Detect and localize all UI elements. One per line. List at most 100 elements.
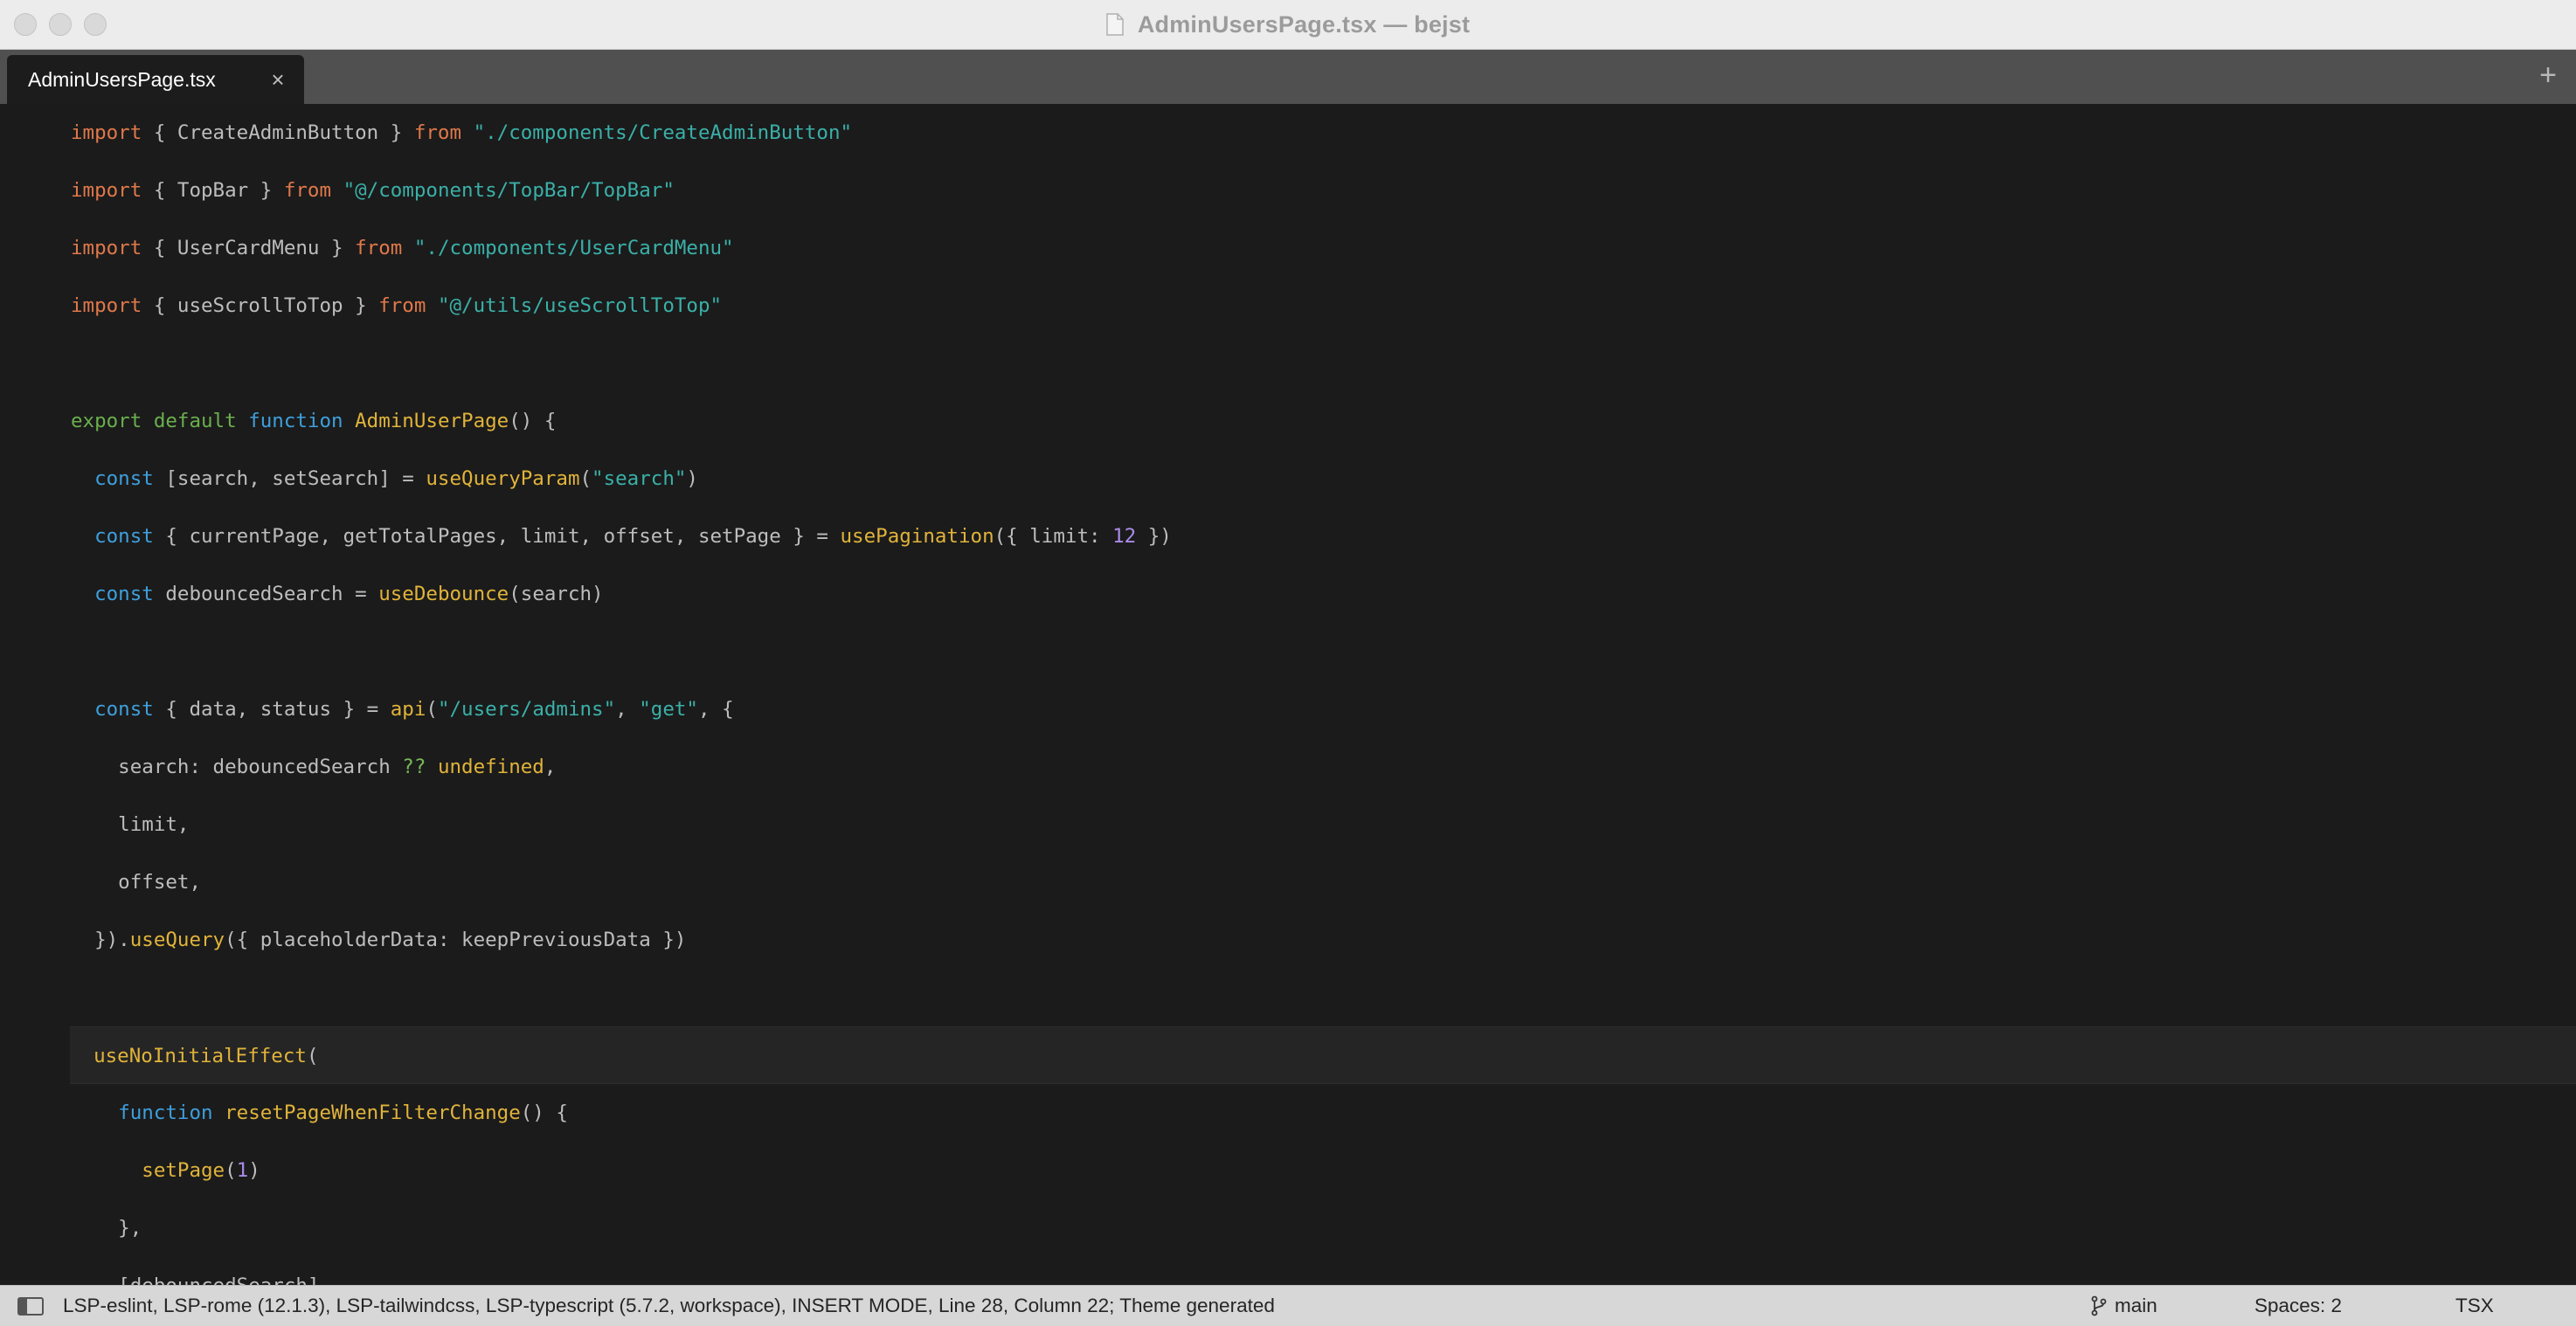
code-token: import bbox=[71, 294, 142, 317]
code-token: ({ limit: bbox=[994, 525, 1113, 548]
code-token: from bbox=[378, 294, 426, 317]
code-token: import bbox=[71, 121, 142, 144]
code-token: import bbox=[71, 237, 142, 259]
code-token: const bbox=[94, 698, 154, 721]
code-line[interactable]: function resetPageWhenFilterChange() { bbox=[71, 1084, 2576, 1142]
code-token: export bbox=[71, 410, 142, 432]
code-editor[interactable]: import { CreateAdminButton } from "./com… bbox=[0, 104, 2576, 1285]
code-token: 1 bbox=[236, 1159, 249, 1182]
code-token: (search) bbox=[509, 583, 604, 605]
window-title-area: AdminUsersPage.tsx — bejst bbox=[0, 0, 2576, 49]
code-token: default bbox=[153, 410, 237, 432]
code-token: ( bbox=[426, 698, 438, 721]
code-line[interactable]: import { TopBar } from "@/components/Top… bbox=[71, 162, 2576, 219]
code-line[interactable]: }, bbox=[71, 1199, 2576, 1257]
code-token: ( bbox=[579, 467, 592, 490]
code-token: { UserCardMenu } bbox=[142, 237, 356, 259]
code-token: const bbox=[94, 525, 154, 548]
code-token: undefined bbox=[437, 756, 544, 778]
code-line[interactable] bbox=[71, 623, 2576, 680]
tab-bar: AdminUsersPage.tsx × + bbox=[0, 50, 2576, 104]
code-token: () { bbox=[509, 410, 557, 432]
code-token: ({ placeholderData: keepPreviousData }) bbox=[225, 929, 687, 951]
code-token: AdminUserPage bbox=[355, 410, 509, 432]
code-token: , { bbox=[697, 698, 734, 721]
code-line[interactable]: search: debouncedSearch ?? undefined, bbox=[71, 738, 2576, 796]
line-gutter bbox=[0, 104, 68, 1285]
code-token: ( bbox=[225, 1159, 237, 1182]
code-token: }) bbox=[1136, 525, 1172, 548]
code-token: "./components/UserCardMenu" bbox=[413, 237, 734, 259]
code-line[interactable] bbox=[71, 335, 2576, 392]
code-token: useNoInitialEffect bbox=[93, 1045, 307, 1067]
title-bar: AdminUsersPage.tsx — bejst bbox=[0, 0, 2576, 50]
code-token: offset, bbox=[71, 871, 202, 894]
code-token: limit, bbox=[71, 813, 190, 836]
code-token: }). bbox=[71, 929, 130, 951]
code-token: "search" bbox=[592, 467, 687, 490]
sidebar-toggle-icon[interactable] bbox=[17, 1297, 44, 1316]
close-tab-icon[interactable]: × bbox=[267, 66, 288, 93]
code-token: ?? bbox=[402, 756, 426, 778]
code-line[interactable]: const { data, status } = api("/users/adm… bbox=[71, 680, 2576, 738]
code-line[interactable]: setPage(1) bbox=[71, 1142, 2576, 1199]
current-code-line[interactable]: useNoInitialEffect( bbox=[70, 1026, 2576, 1084]
code-line[interactable]: const { currentPage, getTotalPages, limi… bbox=[71, 508, 2576, 565]
code-token: from bbox=[355, 237, 403, 259]
code-line[interactable]: [debouncedSearch], bbox=[71, 1257, 2576, 1285]
code-line[interactable]: limit, bbox=[71, 796, 2576, 853]
code-token: "@/components/TopBar/TopBar" bbox=[343, 179, 675, 202]
code-line[interactable]: const [search, setSearch] = useQueryPara… bbox=[71, 450, 2576, 508]
code-token: usePagination bbox=[840, 525, 994, 548]
code-token: { data, status } = bbox=[153, 698, 391, 721]
syntax-selector[interactable]: TSX bbox=[2455, 1286, 2494, 1326]
code-token: 12 bbox=[1112, 525, 1137, 548]
code-token: useQuery bbox=[129, 929, 225, 951]
code-token: }, bbox=[71, 1217, 142, 1240]
code-token: ( bbox=[306, 1045, 319, 1067]
code-token: import bbox=[71, 179, 142, 202]
code-token: , bbox=[615, 698, 640, 721]
indentation-setting[interactable]: Spaces: 2 bbox=[2254, 1286, 2342, 1326]
code-token: useDebounce bbox=[378, 583, 509, 605]
code-token: setPage bbox=[142, 1159, 225, 1182]
code-token: resetPageWhenFilterChange bbox=[225, 1102, 521, 1124]
new-tab-icon[interactable]: + bbox=[2539, 60, 2557, 90]
code-line[interactable]: const debouncedSearch = useDebounce(sear… bbox=[71, 565, 2576, 623]
code-token: [debouncedSearch], bbox=[71, 1274, 331, 1285]
status-info: LSP-eslint, LSP-rome (12.1.3), LSP-tailw… bbox=[63, 1295, 1275, 1316]
code-line[interactable]: offset, bbox=[71, 853, 2576, 911]
code-line[interactable] bbox=[71, 969, 2576, 1026]
code-token: "./components/CreateAdminButton" bbox=[473, 121, 853, 144]
code-token: from bbox=[413, 121, 462, 144]
git-branch-label: main bbox=[2115, 1295, 2157, 1316]
code-line[interactable]: import { CreateAdminButton } from "./com… bbox=[71, 104, 2576, 162]
code-line[interactable]: export default function AdminUserPage() … bbox=[71, 392, 2576, 450]
status-bar: LSP-eslint, LSP-rome (12.1.3), LSP-tailw… bbox=[0, 1285, 2576, 1326]
code-token: , bbox=[544, 756, 557, 778]
code-token: { CreateAdminButton } bbox=[142, 121, 414, 144]
code-token: [search, setSearch] = bbox=[153, 467, 426, 490]
code-token: useQueryParam bbox=[426, 467, 580, 490]
code-line[interactable]: import { useScrollToTop } from "@/utils/… bbox=[71, 277, 2576, 335]
code-line[interactable]: import { UserCardMenu } from "./componen… bbox=[71, 219, 2576, 277]
git-branch[interactable]: main bbox=[2090, 1286, 2157, 1326]
code-token: from bbox=[283, 179, 332, 202]
tab-adminuserspage[interactable]: AdminUsersPage.tsx × bbox=[7, 55, 304, 104]
code-line[interactable]: }).useQuery({ placeholderData: keepPrevi… bbox=[71, 911, 2576, 969]
code-token: const bbox=[94, 583, 154, 605]
